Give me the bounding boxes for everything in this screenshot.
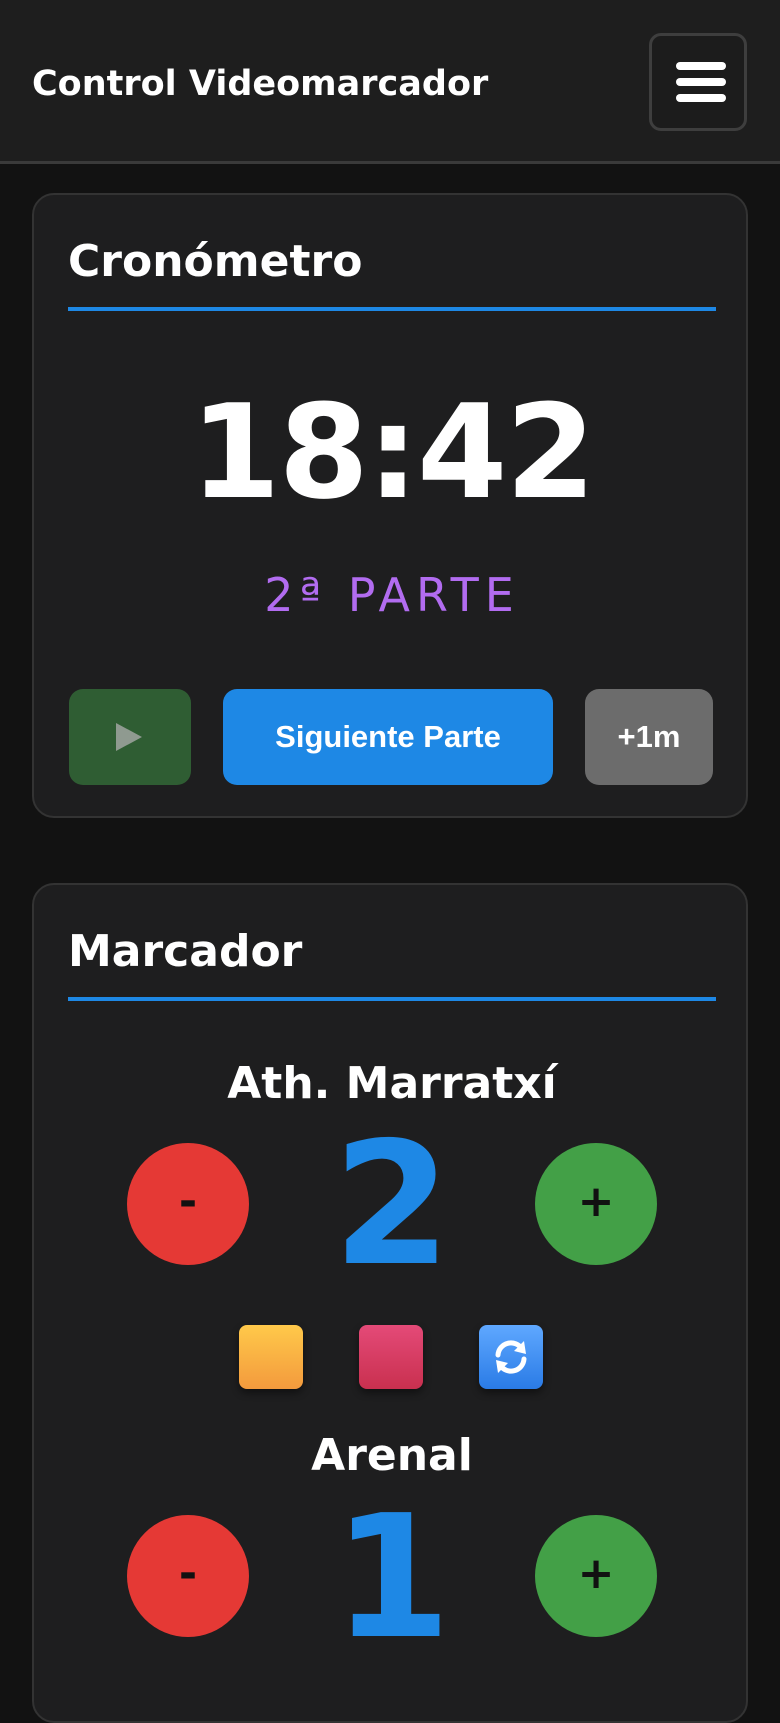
home-plus-button[interactable]: + [535, 1143, 657, 1265]
top-bar: Control Videomarcador [0, 0, 780, 164]
scoreboard-card: Marcador Ath. Marratxí - 2 + Arenal - 1 … [32, 883, 748, 1723]
timer-card: Cronómetro 18:42 2ª PARTE Siguiente Part… [32, 193, 748, 818]
menu-button[interactable] [649, 33, 747, 131]
substitution-icon[interactable] [479, 1325, 543, 1389]
away-team-name: Arenal [311, 1430, 473, 1481]
timer-title-underline [68, 307, 716, 311]
yellow-card-icon[interactable] [239, 1325, 303, 1389]
home-team-name: Ath. Marratxí [227, 1058, 557, 1109]
add-minute-button[interactable]: +1m [585, 689, 713, 785]
timer-display: 18:42 [190, 376, 596, 528]
period-label: 2ª PARTE [264, 568, 520, 622]
scoreboard-title: Marcador [68, 926, 303, 977]
play-button[interactable] [69, 689, 191, 785]
next-period-button[interactable]: Siguiente Parte [223, 689, 553, 785]
away-plus-button[interactable]: + [535, 1515, 657, 1637]
app-title: Control Videomarcador [32, 64, 489, 104]
scoreboard-title-underline [68, 997, 716, 1001]
play-icon [116, 723, 142, 751]
red-card-icon[interactable] [359, 1325, 423, 1389]
timer-title: Cronómetro [68, 236, 363, 287]
